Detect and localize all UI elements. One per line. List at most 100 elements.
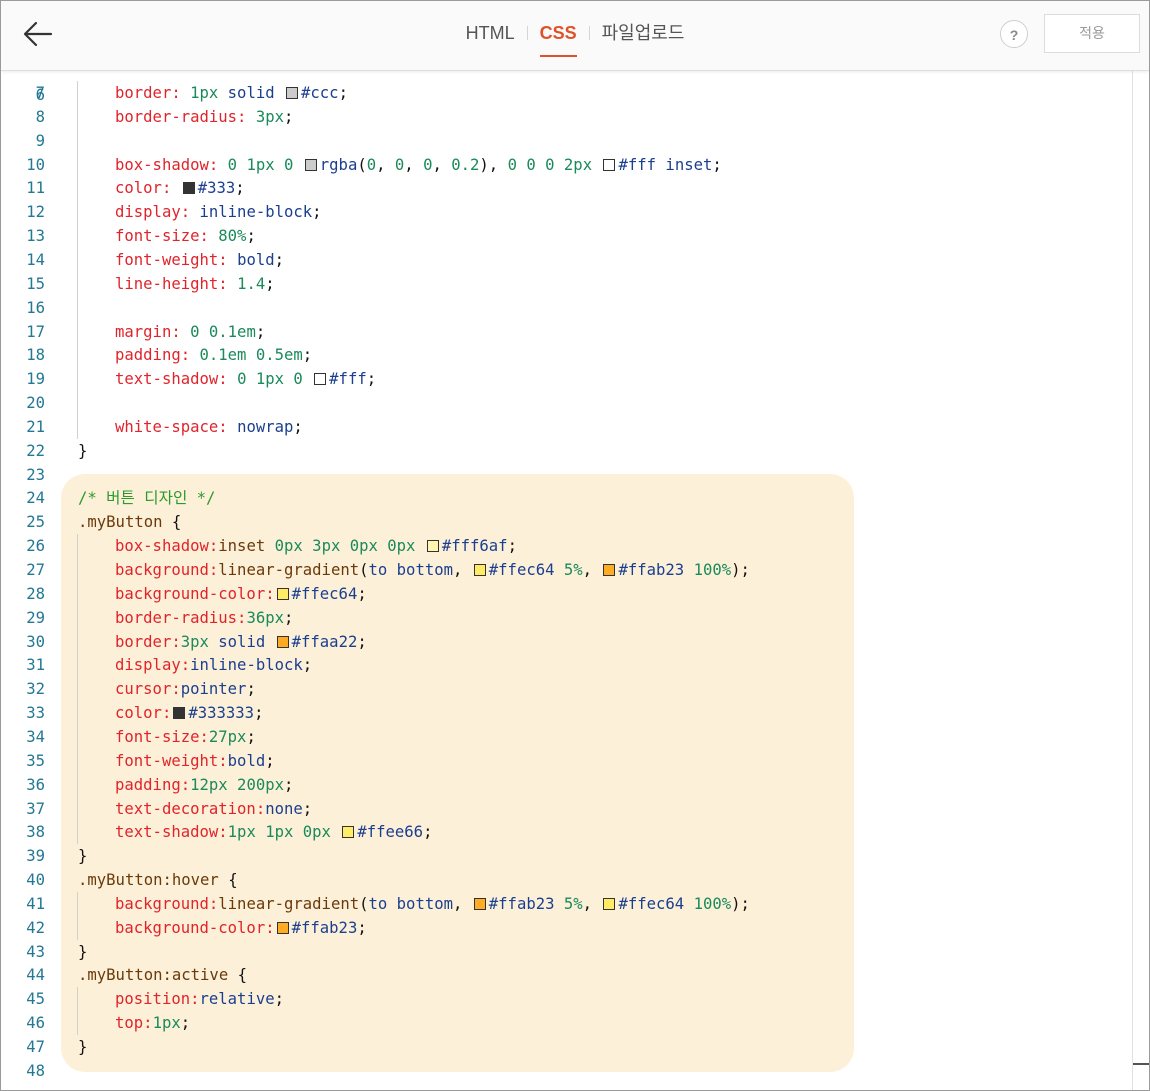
code-token: margin: <box>115 322 191 341</box>
code-text: } <box>78 439 87 463</box>
color-swatch[interactable] <box>276 921 289 934</box>
indent-guide <box>77 534 78 559</box>
apply-button[interactable]: 적용 <box>1044 14 1140 53</box>
indent-guide <box>77 247 78 272</box>
indent-guide <box>77 391 78 416</box>
line-number: 12 <box>26 203 45 222</box>
code-token: text-shadow: <box>115 370 238 389</box>
code-token: nowrap <box>237 417 294 436</box>
line-number: 20 <box>26 394 45 413</box>
code-token: ); <box>731 561 750 579</box>
indent-guide <box>77 295 78 320</box>
code-token: 1px <box>152 1014 181 1033</box>
color-swatch[interactable] <box>473 564 486 576</box>
indent-guide <box>77 820 78 845</box>
code-editor[interactable]: 6 7 border: 1px solid #ccc; 8 border-radius… <box>1 71 1132 1090</box>
color-swatch[interactable] <box>182 182 195 195</box>
code-token: ( <box>357 155 367 174</box>
code-text: cursor:pointer; <box>115 677 256 701</box>
code-token: #ccc <box>301 84 339 102</box>
code-token: border-radius: <box>115 608 247 627</box>
color-swatch[interactable] <box>314 373 327 386</box>
tab-css[interactable]: CSS <box>528 19 589 57</box>
color-swatch[interactable] <box>286 87 299 99</box>
line-number: 46 <box>26 1014 45 1033</box>
code-token: ); <box>731 894 750 913</box>
code-token: ; <box>235 179 245 198</box>
code-token: 12px 200px <box>190 775 284 794</box>
code-text: font-size: 80%; <box>115 224 256 248</box>
line-number: 13 <box>26 227 45 246</box>
code-text: .myButton:hover { <box>78 868 238 892</box>
color-swatch[interactable] <box>304 158 317 171</box>
color-swatch[interactable] <box>276 587 289 600</box>
line-number: 38 <box>26 823 45 842</box>
line-number: 45 <box>26 990 45 1009</box>
color-swatch[interactable] <box>603 158 616 171</box>
code-token: #ffec64 <box>291 584 358 603</box>
code-token: { <box>171 513 182 532</box>
code-token: 0 1px 0 <box>227 155 303 174</box>
code-text: background-color: #ffec64; <box>115 582 367 606</box>
line-number: 36 <box>26 775 45 794</box>
scrollbar[interactable] <box>1132 71 1149 1090</box>
code-token: inline-block <box>190 656 303 675</box>
color-swatch[interactable] <box>276 635 289 648</box>
tab-file-upload[interactable]: 파일업로드 <box>590 19 697 47</box>
indent-guide <box>77 796 78 821</box>
code-token: 3px <box>255 107 284 126</box>
code-text: text-shadow:1px 1px 0px #ffee66; <box>115 820 432 844</box>
code-token: #fff6af <box>441 537 508 556</box>
code-token: box-shadow: <box>115 537 219 556</box>
arrow-left-icon <box>23 21 53 47</box>
top-toolbar: HTML CSS 파일업로드 ? 적용 <box>1 1 1149 71</box>
code-token: ; <box>255 322 266 341</box>
code-token: ; <box>246 727 256 746</box>
code-token: ; <box>312 203 322 222</box>
line-number: 28 <box>26 584 45 603</box>
code-token: , <box>582 894 602 913</box>
code-text: .myButton:active { <box>78 963 247 987</box>
code-token: 1px 1px 0px <box>227 823 341 842</box>
code-token: .myButton:hover <box>78 871 229 890</box>
code-token: color: <box>115 179 181 198</box>
code-token: ; <box>357 584 367 603</box>
color-swatch[interactable] <box>603 897 616 910</box>
line-number: 44 <box>26 966 45 985</box>
color-swatch[interactable] <box>426 540 439 553</box>
code-token: padding: <box>115 346 200 365</box>
back-button[interactable] <box>21 17 55 51</box>
code-token: background-color: <box>115 584 275 603</box>
code-text: box-shadow:inset 0px 3px 0px 0px #fff6af… <box>115 534 517 558</box>
code-token: 80% <box>218 227 247 246</box>
code-token: ; <box>507 537 517 556</box>
indent-guide <box>77 915 78 940</box>
help-button[interactable]: ? <box>1000 20 1028 48</box>
line-number: 34 <box>26 727 45 746</box>
code-text: color: #333; <box>115 176 245 200</box>
code-text: display: inline-block; <box>115 200 322 224</box>
line-number: 47 <box>26 1038 45 1056</box>
code-text: line-height: 1.4; <box>115 272 275 296</box>
line-number: 14 <box>26 250 45 269</box>
code-token: , <box>453 561 472 579</box>
code-token: #ffab23 <box>618 561 694 579</box>
code-token: #fff inset <box>618 155 713 174</box>
code-token: { <box>237 966 247 985</box>
color-swatch[interactable] <box>173 707 186 720</box>
color-swatch[interactable] <box>342 826 355 839</box>
tab-html[interactable]: HTML <box>454 19 527 47</box>
color-swatch[interactable] <box>473 897 486 910</box>
indent-guide <box>77 152 78 177</box>
code-text: } <box>78 1035 87 1059</box>
code-text: background-color: #ffab23; <box>115 916 367 940</box>
line-number: 25 <box>26 513 45 532</box>
code-token: } <box>78 1038 88 1056</box>
indent-guide <box>77 581 78 606</box>
code-token: border-radius: <box>115 107 256 126</box>
line-number: 15 <box>26 274 45 293</box>
line-number: 8 <box>35 107 45 126</box>
color-swatch[interactable] <box>603 564 616 576</box>
code-token: 1px <box>190 84 228 102</box>
code-token: background-color: <box>115 918 275 937</box>
